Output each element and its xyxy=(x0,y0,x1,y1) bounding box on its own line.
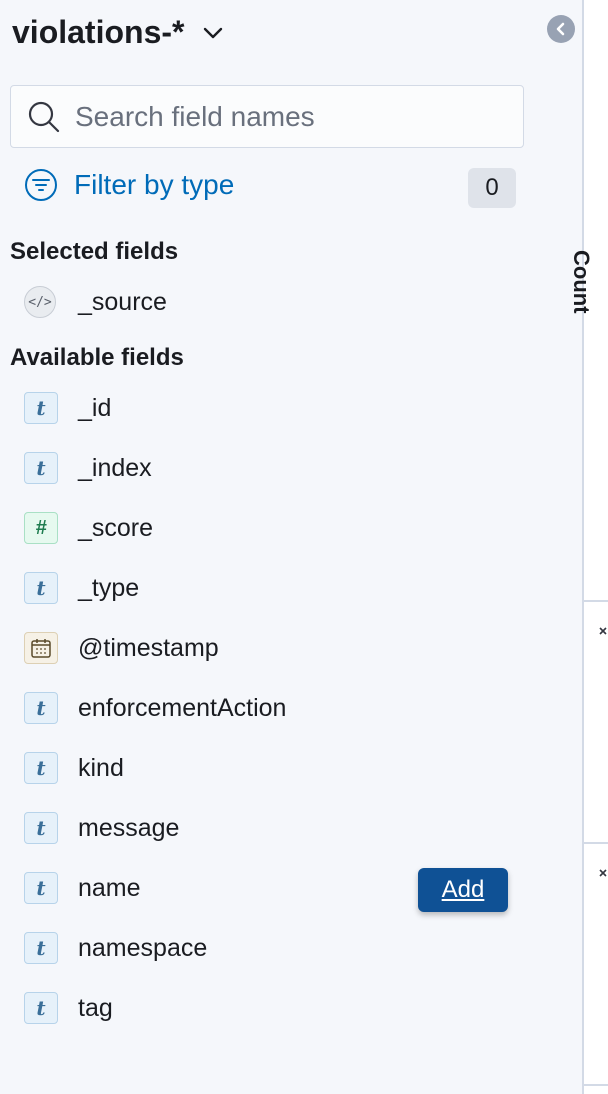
string-type-icon: t xyxy=(24,992,58,1024)
filter-label: Filter by type xyxy=(74,169,235,200)
number-type-icon: # xyxy=(24,512,58,544)
field-name: _id xyxy=(78,393,112,422)
string-type-icon: t xyxy=(24,692,58,724)
field-item-namespace[interactable]: t namespace xyxy=(24,926,544,970)
string-type-icon: t xyxy=(24,812,58,844)
field-name: message xyxy=(78,813,180,842)
index-pattern-selector[interactable]: violations-* xyxy=(12,14,228,51)
panel-separator xyxy=(584,1084,608,1086)
chevron-icon[interactable] xyxy=(598,626,608,640)
field-item-tag[interactable]: t tag xyxy=(24,986,544,1030)
field-item-timestamp[interactable]: @timestamp xyxy=(24,626,544,670)
field-item-kind[interactable]: t kind xyxy=(24,746,544,790)
field-name: _score xyxy=(78,513,154,542)
selected-fields-title: Selected fields xyxy=(10,238,179,265)
string-type-icon: t xyxy=(24,392,58,424)
chevron-left-icon xyxy=(556,22,565,36)
field-name: enforcementAction xyxy=(78,693,287,722)
field-name: namespace xyxy=(78,933,208,962)
field-item-index[interactable]: t _index xyxy=(24,446,544,490)
string-type-icon: t xyxy=(24,932,58,964)
string-type-icon: t xyxy=(24,752,58,784)
field-name: kind xyxy=(78,753,124,782)
field-name: name xyxy=(78,873,141,902)
panel-separator xyxy=(584,600,608,602)
chart-panel-edge: Count xyxy=(569,0,608,1094)
search-input[interactable] xyxy=(75,96,515,138)
chevron-icon[interactable] xyxy=(598,868,608,882)
field-name: _type xyxy=(78,573,140,602)
search-icon xyxy=(28,101,60,133)
chart-y-axis-label: Count xyxy=(569,250,594,314)
field-sidebar: violations-* Filter by type 0 Selected f… xyxy=(0,0,582,1094)
field-item-score[interactable]: # _score xyxy=(24,506,544,550)
calendar-icon xyxy=(24,632,58,664)
filter-icon xyxy=(25,169,57,201)
string-type-icon: t xyxy=(24,452,58,484)
string-type-icon: t xyxy=(24,572,58,604)
field-name: @timestamp xyxy=(78,633,219,662)
panel-separator xyxy=(584,842,608,844)
collapse-sidebar-button[interactable] xyxy=(547,15,575,43)
field-item-id[interactable]: t _id xyxy=(24,386,544,430)
field-name: _source xyxy=(78,287,167,316)
add-field-button[interactable]: Add xyxy=(418,868,508,912)
field-item-type[interactable]: t _type xyxy=(24,566,544,610)
filter-count-badge: 0 xyxy=(468,168,516,208)
field-name: _index xyxy=(78,453,152,482)
search-field[interactable] xyxy=(10,85,524,148)
chevron-down-icon xyxy=(204,27,223,38)
string-type-icon: t xyxy=(24,872,58,904)
field-name: tag xyxy=(78,993,113,1022)
code-icon: </> xyxy=(24,286,56,318)
field-item-enforcementaction[interactable]: t enforcementAction xyxy=(24,686,544,730)
field-item-message[interactable]: t message xyxy=(24,806,544,850)
index-pattern-title: violations-* xyxy=(12,14,185,50)
available-fields-title: Available fields xyxy=(10,344,184,371)
filter-by-type-button[interactable]: Filter by type xyxy=(24,168,234,202)
field-item-source[interactable]: </> _source xyxy=(24,280,544,324)
